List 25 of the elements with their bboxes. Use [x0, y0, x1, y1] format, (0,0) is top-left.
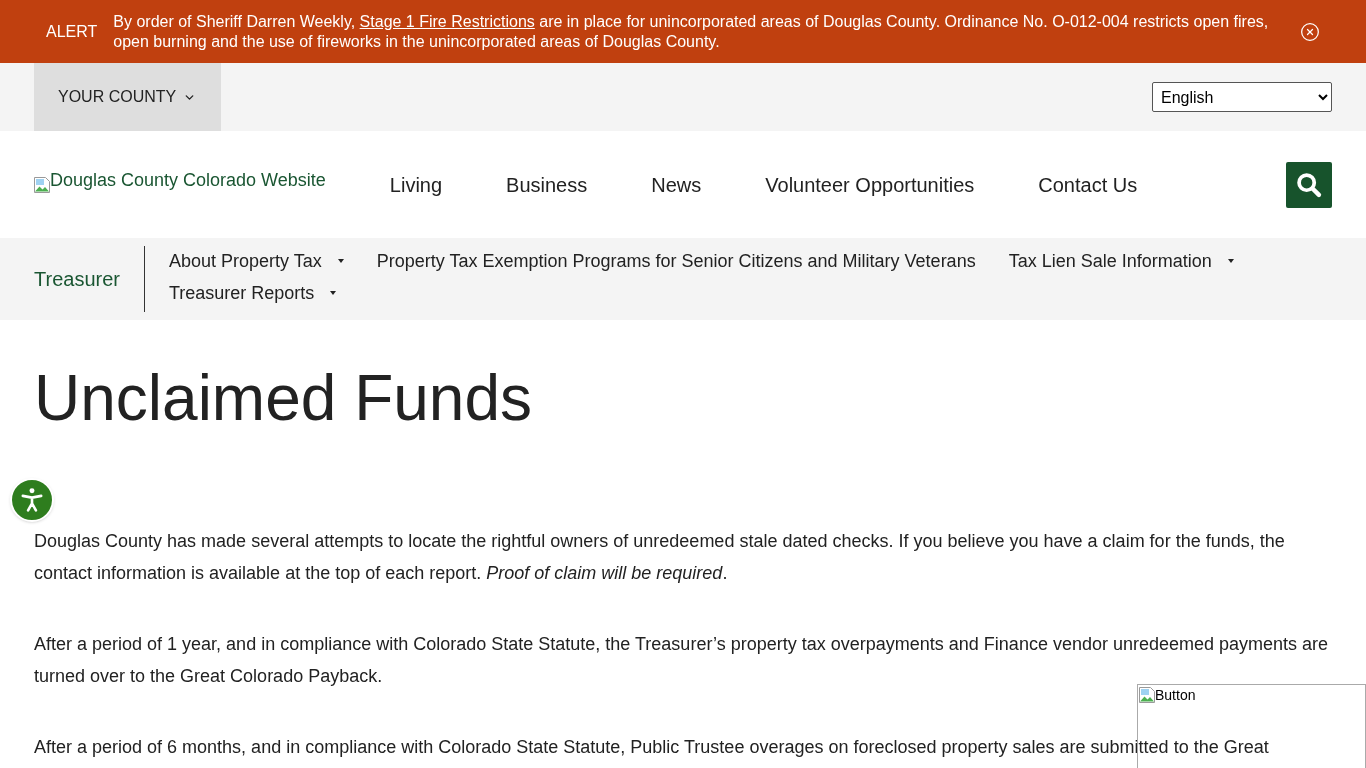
fire-restrictions-link[interactable]: Stage 1 Fire Restrictions [359, 12, 535, 30]
nav-link[interactable]: Business [506, 169, 588, 200]
section-nav-link[interactable]: Property Tax Exemption Programs for Senior Citizens and Military Veterans [376, 245, 976, 277]
broken-image-icon [1139, 687, 1155, 703]
nav-link[interactable]: News [651, 169, 702, 200]
alert-message: By order of Sheriff Darren Weekly, Stage 1 Fire Restrictions are in place for unincorporated areas of Douglas County. Ordinance No. O-012-004 restricts open fires, open burning and the use of fireworks in the unincorporated areas of Douglas County. [113, 11, 1270, 52]
language-select[interactable]: English [1152, 82, 1332, 112]
broken-image-icon [34, 176, 50, 193]
section-nav-link[interactable]: Treasurer Reports [168, 277, 337, 309]
accessibility-button[interactable] [10, 478, 54, 522]
alert-label: ALERT [46, 21, 98, 42]
search-button[interactable] [1286, 161, 1332, 208]
section-nav-link[interactable]: About Property Tax [168, 245, 344, 277]
close-icon [1300, 21, 1320, 42]
nav-link[interactable]: Contact Us [1038, 169, 1138, 200]
section-nav-link[interactable]: Tax Lien Sale Information [1008, 245, 1234, 277]
person-icon [19, 487, 45, 513]
search-icon [1295, 170, 1323, 199]
nav-link[interactable]: Volunteer Opportunities [765, 169, 975, 200]
section-title-link[interactable]: Treasurer [34, 264, 144, 294]
close-button[interactable] [1300, 21, 1320, 42]
page-title: Unclaimed Funds [34, 361, 533, 436]
body-paragraph: Douglas County has made several attempts to locate the rightful owners of unredeemed stale dated checks. If you believe you have a claim for the funds, the contact information is available at the top of each report. Proof of claim will be required. [34, 530, 1286, 585]
nav-link[interactable]: Living [389, 169, 443, 200]
county-menu-button[interactable]: YOUR COUNTY [34, 63, 222, 131]
